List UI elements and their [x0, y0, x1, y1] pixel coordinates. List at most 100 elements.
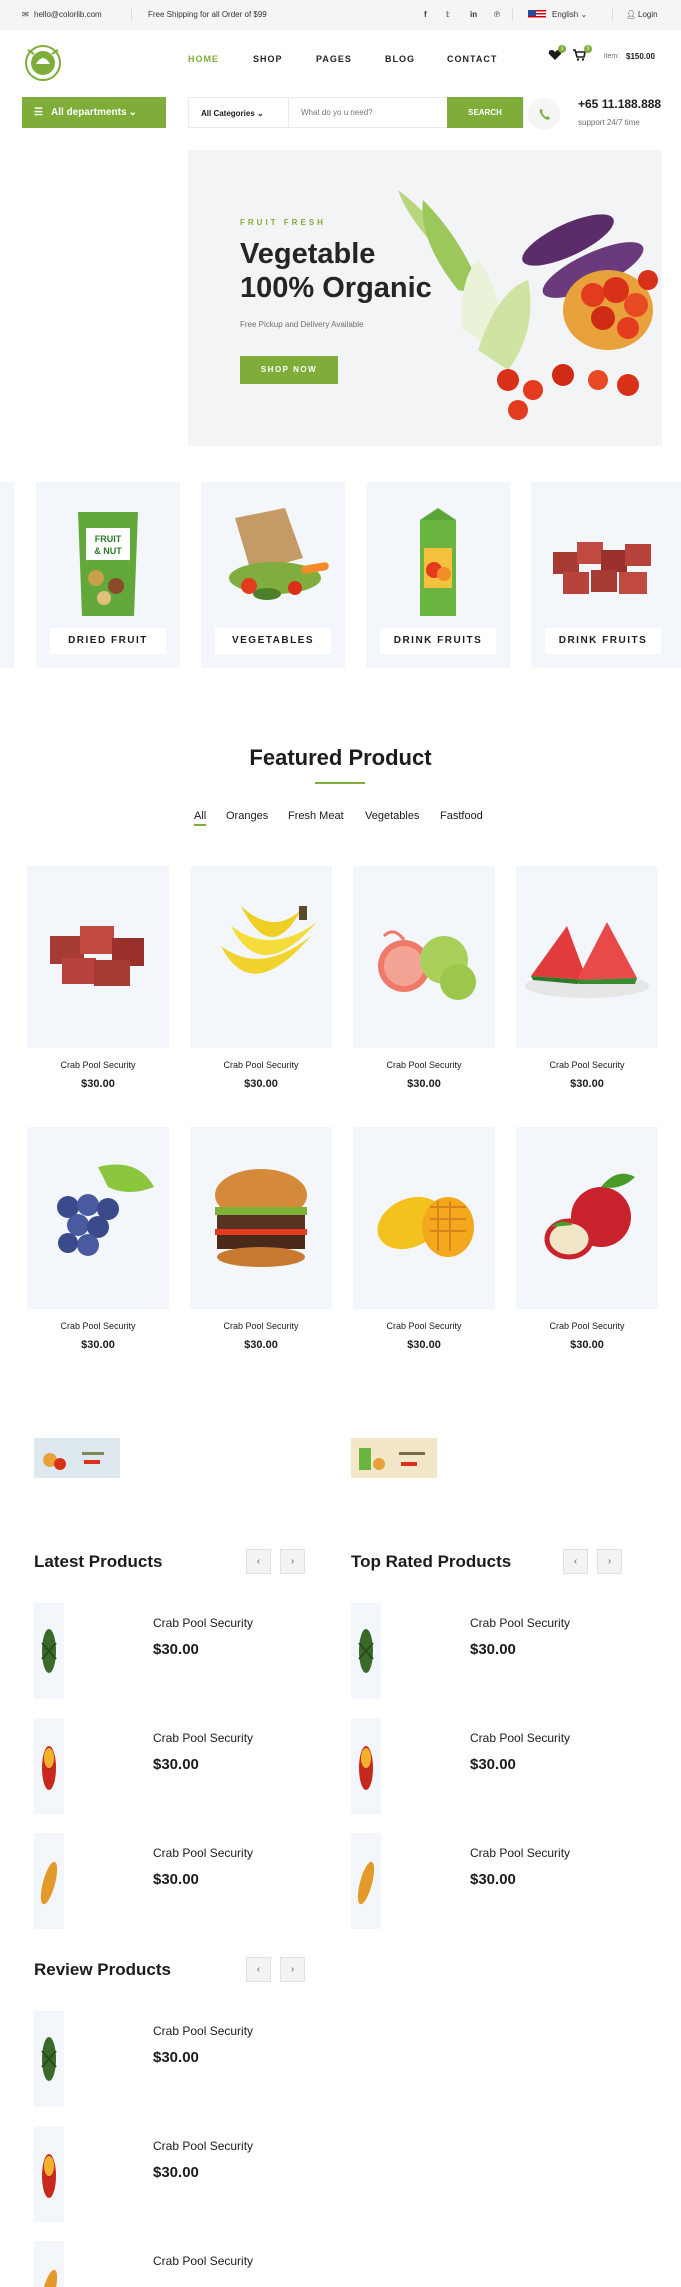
nav-shop[interactable]: SHOP [253, 54, 283, 64]
product-name[interactable]: Crab Pool Security [27, 1321, 169, 1331]
filter-fresh-meat[interactable]: Fresh Meat [288, 810, 344, 822]
list-product-thumbnail[interactable] [351, 1833, 381, 1929]
product-name[interactable]: Crab Pool Security [353, 1321, 495, 1331]
product-card[interactable] [516, 1127, 658, 1309]
list-product-thumbnail[interactable] [34, 2126, 64, 2222]
review-prev-arrow-icon[interactable]: ‹ [246, 1957, 271, 1982]
list-product-price: $30.00 [470, 1756, 516, 1773]
language-select[interactable]: English ⌄ [552, 10, 587, 19]
hero-eyebrow: FRUIT FRESH [240, 218, 326, 227]
product-card[interactable] [516, 866, 658, 1048]
chevron-down-icon: ⌄ [128, 107, 137, 118]
latest-prev-arrow-icon[interactable]: ‹ [246, 1549, 271, 1574]
product-card[interactable] [353, 866, 495, 1048]
product-card[interactable] [353, 1127, 495, 1309]
list-product-thumbnail[interactable] [351, 1603, 381, 1699]
product-name[interactable]: Crab Pool Security [516, 1321, 658, 1331]
login-link[interactable]: Login [638, 10, 658, 19]
list-product-price: $30.00 [153, 2049, 199, 2066]
category-card[interactable]: DRINK FRUITS [531, 482, 675, 668]
list-product-price: $30.00 [153, 1871, 199, 1888]
list-product-thumbnail[interactable] [34, 1603, 64, 1699]
product-name[interactable]: Crab Pool Security [516, 1060, 658, 1070]
list-product-name[interactable]: Crab Pool Security [470, 1846, 570, 1860]
list-product-thumbnail[interactable] [34, 2241, 64, 2287]
category-card[interactable]: DRINK FRUITS [366, 482, 510, 668]
list-product-name[interactable]: Crab Pool Security [470, 1731, 570, 1745]
support-hours: support 24/7 time [578, 118, 640, 127]
product-price: $30.00 [81, 1078, 115, 1090]
top-next-arrow-icon[interactable]: › [597, 1549, 622, 1574]
category-card[interactable]: FRUIT & NUT DRIED FRUIT [36, 482, 180, 668]
category-card-partial [0, 482, 14, 668]
logo[interactable] [22, 44, 64, 82]
category-label: DRIED FRUIT [50, 628, 166, 654]
vegetables-image [398, 190, 658, 420]
search-button[interactable]: SEARCH [447, 97, 523, 128]
latest-next-arrow-icon[interactable]: › [280, 1549, 305, 1574]
product-image [50, 926, 144, 986]
shipping-notice: Free Shipping for all Order of $99 [148, 10, 267, 19]
promo-banner-left[interactable] [34, 1438, 120, 1478]
cart-total: $150.00 [626, 52, 655, 61]
product-image [544, 1173, 635, 1260]
product-card[interactable] [190, 1127, 332, 1309]
shop-now-button[interactable]: SHOP NOW [240, 356, 338, 384]
linkedin-icon[interactable]: in [470, 10, 477, 19]
list-product-name[interactable]: Crab Pool Security [153, 1846, 253, 1860]
top-prev-arrow-icon[interactable]: ‹ [563, 1549, 588, 1574]
category-select[interactable]: All Categories ⌄ [189, 98, 289, 127]
list-product-name[interactable]: Crab Pool Security [153, 2254, 253, 2268]
product-name[interactable]: Crab Pool Security [190, 1060, 332, 1070]
promo-banner-right[interactable] [351, 1438, 437, 1478]
review-next-arrow-icon[interactable]: › [280, 1957, 305, 1982]
filter-vegetables[interactable]: Vegetables [365, 810, 419, 822]
list-product-name[interactable]: Crab Pool Security [470, 1616, 570, 1630]
nav-contact[interactable]: CONTACT [447, 54, 497, 64]
meat-cubes-image [553, 542, 651, 594]
nav-home[interactable]: HOME [188, 54, 219, 64]
product-name[interactable]: Crab Pool Security [353, 1060, 495, 1070]
facebook-icon[interactable]: f [424, 10, 427, 19]
product-image [378, 930, 476, 1000]
list-product-thumbnail[interactable] [34, 1833, 64, 1929]
filter-oranges[interactable]: Oranges [226, 810, 268, 822]
filter-fastfood[interactable]: Fastfood [440, 810, 483, 822]
svg-text:& NUT: & NUT [94, 546, 122, 556]
list-product-name[interactable]: Crab Pool Security [153, 2139, 253, 2153]
list-product-price: $30.00 [470, 1871, 516, 1888]
list-product-name[interactable]: Crab Pool Security [153, 1731, 253, 1745]
latest-products-title: Latest Products [34, 1552, 163, 1571]
phone-number: +65 11.188.888 [578, 97, 662, 111]
list-product-thumbnail[interactable] [34, 2011, 64, 2107]
menu-icon: ☰ [34, 107, 43, 118]
nav-pages[interactable]: PAGES [316, 54, 352, 64]
all-departments-button[interactable]: ☰ All departments ⌄ [22, 97, 166, 128]
user-icon: 👤︎ [626, 10, 637, 19]
twitter-icon[interactable]: 𝕥 [446, 10, 450, 19]
product-price: $30.00 [407, 1078, 441, 1090]
product-image [57, 1164, 154, 1256]
list-product-thumbnail[interactable] [34, 1718, 64, 1814]
top-products-title: Top Rated Products [351, 1552, 512, 1571]
product-name[interactable]: Crab Pool Security [27, 1060, 169, 1070]
category-card[interactable]: VEGETABLES [201, 482, 345, 668]
nav-blog[interactable]: BLOG [385, 54, 415, 64]
filter-all[interactable]: All [194, 810, 207, 826]
list-product-thumbnail[interactable] [351, 1718, 381, 1814]
juice-carton-image [420, 508, 456, 616]
list-product-price: $30.00 [153, 1756, 199, 1773]
product-card[interactable] [27, 866, 169, 1048]
favorites-count: 1 [558, 45, 566, 53]
list-product-price: $30.00 [470, 1641, 516, 1658]
product-image [221, 906, 317, 974]
product-card[interactable] [27, 1127, 169, 1309]
search-input[interactable] [289, 98, 449, 127]
list-product-name[interactable]: Crab Pool Security [153, 2024, 253, 2038]
pinterest-icon[interactable]: ℗ [494, 10, 500, 19]
product-card[interactable] [190, 866, 332, 1048]
category-label: DRINK FRUITS [545, 628, 661, 654]
contact-email[interactable]: hello@colorlib.com [34, 10, 102, 19]
product-name[interactable]: Crab Pool Security [190, 1321, 332, 1331]
list-product-name[interactable]: Crab Pool Security [153, 1616, 253, 1630]
